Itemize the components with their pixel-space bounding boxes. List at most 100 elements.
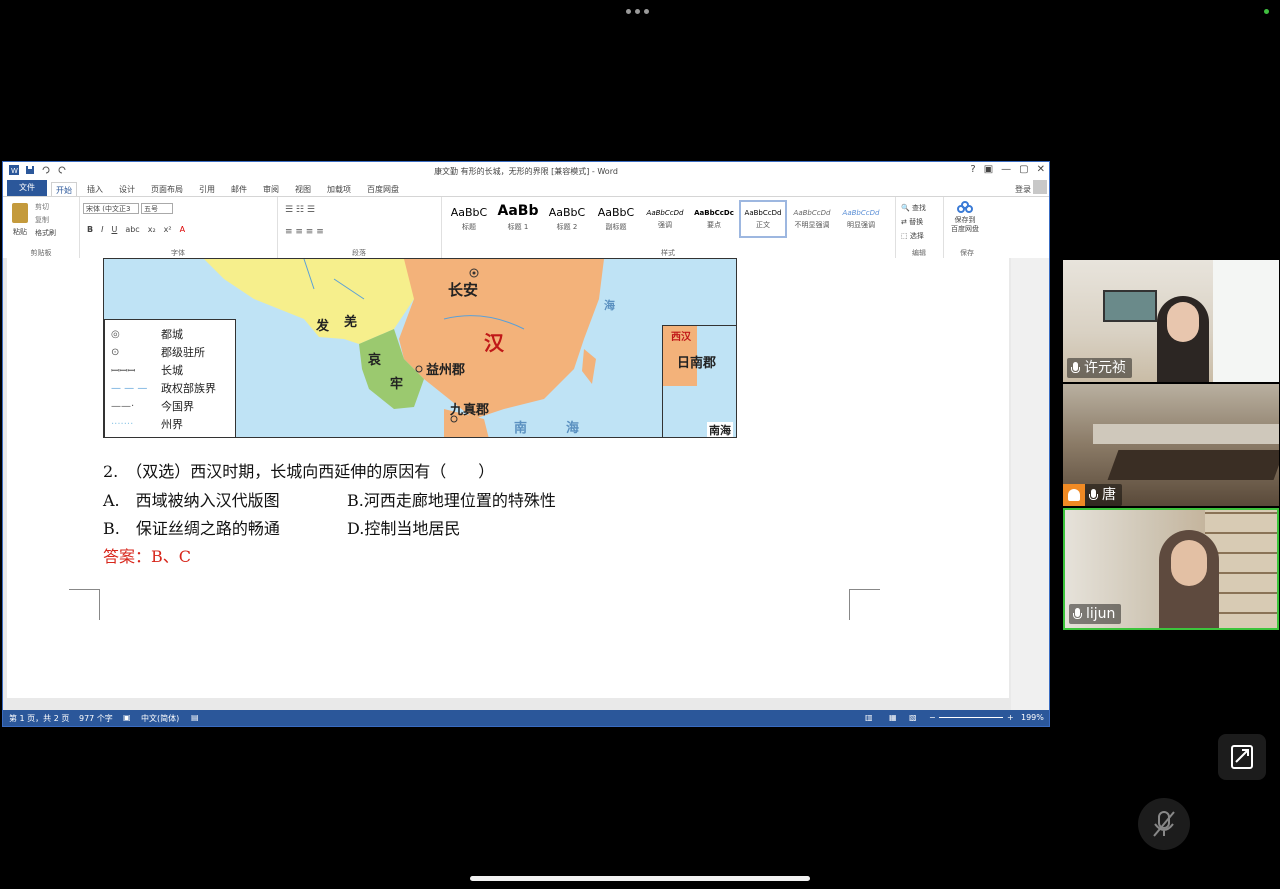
microphone-icon [1073,607,1082,621]
participant-tile-1[interactable]: 许元祯 [1063,260,1279,382]
zoom-slider[interactable] [939,717,1003,718]
style-subtle-emphasis[interactable]: AaBbCcDd 不明显强调 [788,200,836,238]
style-heading1[interactable]: AaBb 标题 1 [494,200,542,238]
window-title: 康文勤 有形的长城，无形的界限 [兼容模式] - Word [434,167,618,176]
more-options-icon[interactable] [626,9,654,17]
wall-painting [1103,290,1157,322]
list-icons[interactable]: ☰ ☷ ☰ [285,205,315,215]
zoom-level[interactable]: 199% [1021,713,1044,722]
proofing-icon[interactable]: ▣ [123,713,131,722]
help-button[interactable]: ? [970,164,975,175]
paragraph-group: ☰ ☷ ☰ ≡ ≡ ≡ ≡ 段落 [277,197,442,259]
title-bar: W 康文勤 有形的长城，无形的界限 [兼容模式] - Word ? ▣ — ▢ … [3,162,1049,180]
word-window: W 康文勤 有形的长城，无形的界限 [兼容模式] - Word ? ▣ — ▢ … [2,161,1050,727]
province-border-icon: ······· [111,418,134,430]
vertical-scrollbar[interactable] [1011,258,1049,710]
language[interactable]: 中文(简体) [141,713,179,724]
minimize-button[interactable]: — [1001,164,1011,175]
map-legend: ◎ 都城 ⊙ 郡级驻所 ꟷꟷꟷ 长城 — — — 政权部族界 ——· 今国界 ······… [104,319,236,437]
tab-addins[interactable]: 加载项 [323,182,355,197]
editing-group: 🔍 查找 ⇄ 替换 ⬚ 选择 编辑 [895,197,944,259]
microphone-icon [1071,361,1080,375]
document-area: 长安 汉 发 羌 哀 牢 益州郡 九真郡 海 南 海 ◎ 都城 ⊙ 郡级驻所 ꟷꟷꟷ… [3,258,1049,710]
tab-review[interactable]: 审阅 [259,182,283,197]
format-painter-button[interactable]: 格式刷 [35,227,56,240]
style-title[interactable]: AaBbC 标题 [445,200,493,238]
login-link[interactable]: 登录 [1015,184,1031,195]
mute-button[interactable] [1138,798,1190,850]
clipboard-group: 粘贴 剪切 复制 格式刷 剪贴板 [3,197,80,259]
option-d: D.控制当地居民 [347,519,461,538]
tab-view[interactable]: 视图 [291,182,315,197]
web-layout-icon[interactable]: ▧ [909,713,917,722]
font-name-select[interactable]: 宋体 (中文正3 [83,203,139,214]
style-subtitle[interactable]: AaBbC 副标题 [592,200,640,238]
cut-button[interactable]: 剪切 [35,201,56,214]
conference-table [1107,450,1279,480]
crop-mark-right [849,589,880,620]
participant-label: lijun [1069,604,1122,624]
han-dynasty-map: 长安 汉 发 羌 哀 牢 益州郡 九真郡 海 南 海 ◎ 都城 ⊙ 郡级驻所 ꟷꟷꟷ… [103,258,737,438]
tab-baidu[interactable]: 百度网盘 [363,182,403,197]
account-avatar[interactable] [1033,180,1047,194]
ribbon-display-button[interactable]: ▣ [984,164,993,175]
read-mode-icon[interactable]: ▥ [865,713,873,722]
style-heading2[interactable]: AaBbC 标题 2 [543,200,591,238]
find-button[interactable]: 🔍 查找 [901,201,926,215]
zoom-in-button[interactable]: + [1007,713,1014,722]
style-intense-emphasis[interactable]: AaBbCcDd 明显强调 [837,200,885,238]
home-indicator[interactable] [470,876,810,881]
close-button[interactable]: ✕ [1037,164,1045,175]
print-layout-icon[interactable]: ▦ [889,713,897,722]
save-to-baidu-button[interactable]: 保存到 百度网盘 [945,201,985,234]
regime-border-icon: — — — [111,382,148,394]
tab-design[interactable]: 设计 [115,182,139,197]
status-indicator [1264,9,1269,14]
tab-references[interactable]: 引用 [195,182,219,197]
tab-layout[interactable]: 页面布局 [147,182,187,197]
window-view [1213,260,1279,382]
great-wall-icon: ꟷꟷꟷ [111,366,136,377]
style-normal[interactable]: AaBbCcDd 正文 [739,200,787,238]
share-screen-button[interactable] [1218,734,1266,780]
page-count[interactable]: 第 1 页，共 2 页 [9,713,69,724]
italic-button[interactable]: I [101,225,103,234]
style-strong[interactable]: AaBbCcDc 要点 [690,200,738,238]
macro-icon[interactable]: ▤ [191,713,199,722]
participant-tile-3[interactable]: lijun [1063,508,1279,630]
tab-insert[interactable]: 插入 [83,182,107,197]
replace-button[interactable]: ⇄ 替换 [901,215,926,229]
status-bar: 第 1 页，共 2 页 977 个字 ▣ 中文(简体) ▤ ▥ ▦ ▧ − + … [3,710,1049,726]
option-a: A. 西域被纳入汉代版图 [103,491,280,510]
share-screen-icon [1231,745,1253,769]
superscript-button[interactable]: x² [164,225,172,234]
tab-file[interactable]: 文件 [7,180,47,196]
crop-mark-left [69,589,100,620]
bold-button[interactable]: B [87,225,93,234]
align-icons[interactable]: ≡ ≡ ≡ ≡ [285,227,324,237]
subscript-button[interactable]: x₂ [148,225,156,234]
document-page[interactable]: 长安 汉 发 羌 哀 牢 益州郡 九真郡 海 南 海 ◎ 都城 ⊙ 郡级驻所 ꟷꟷꟷ… [7,258,1009,698]
zoom-out-button[interactable]: − [929,713,936,722]
maximize-button[interactable]: ▢ [1019,164,1028,175]
styles-group: AaBbC 标题 AaBb 标题 1 AaBbC 标题 2 AaBbC 副标题 AaBb… [441,197,896,259]
option-b-left: B. 保证丝绸之路的畅通 [103,519,280,538]
select-button[interactable]: ⬚ 选择 [901,229,926,243]
map-inset: 西汉 日南郡 南海 [662,325,736,437]
capital-icon: ◎ [111,328,120,340]
option-b-right: B.河西走廊地理位置的特殊性 [347,491,556,510]
tab-mailings[interactable]: 邮件 [227,182,251,197]
participant-tile-2[interactable]: 唐 [1063,384,1279,506]
style-emphasis[interactable]: AaBbCcDd 强调 [641,200,689,238]
font-size-select[interactable]: 五号 [141,203,173,214]
answer-text: 答案：B、C [103,547,192,566]
baidu-cloud-icon [957,201,973,213]
participant-label: 许元祯 [1067,358,1132,378]
word-count[interactable]: 977 个字 [79,713,113,724]
window-controls: ? ▣ — ▢ ✕ [970,164,1045,175]
font-color-icon[interactable]: A [180,225,185,234]
paste-button[interactable]: 粘贴 [9,203,31,243]
copy-button[interactable]: 复制 [35,214,56,227]
underline-button[interactable]: U [111,225,117,234]
strikethrough-button[interactable]: abc [125,225,139,234]
